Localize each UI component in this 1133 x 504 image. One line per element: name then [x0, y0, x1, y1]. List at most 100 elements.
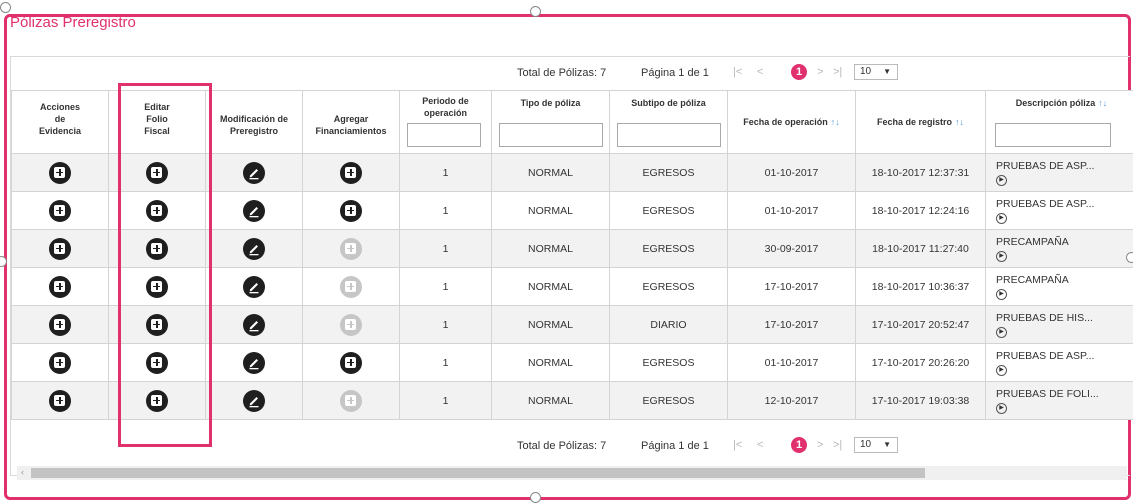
pencil-icon[interactable]: [243, 199, 265, 222]
subtipo-cell: EGRESOS: [609, 191, 728, 230]
resize-handle-right[interactable]: [1126, 252, 1133, 263]
edit-folio-icon[interactable]: [146, 237, 168, 260]
evidence-icon[interactable]: [49, 351, 71, 374]
descripcion-text: PRUEBAS DE HIS...: [996, 311, 1093, 324]
table-row[interactable]: 1 NORMAL EGRESOS 01-10-2017 17-10-2017 20:26…: [11, 343, 1133, 382]
edit-folio-icon[interactable]: [146, 313, 168, 336]
last-page-button[interactable]: >|: [833, 439, 842, 451]
play-icon[interactable]: ▶: [996, 402, 1007, 414]
pencil-icon[interactable]: [243, 237, 265, 260]
descripcion-text: PRUEBAS DE ASP...: [996, 197, 1095, 210]
edit-folio-icon[interactable]: [146, 161, 168, 184]
scroll-left-icon[interactable]: ‹: [21, 467, 24, 477]
next-page-button[interactable]: >: [817, 66, 823, 78]
first-page-button[interactable]: |<: [733, 439, 742, 451]
header-agregar-financiamientos: Agregar Financiamientos: [302, 90, 400, 154]
pager-top: Total de Pólizas: 7 Página 1 de 1 |< < 1…: [11, 57, 1131, 90]
table-row[interactable]: 1 NORMAL DIARIO 17-10-2017 17-10-2017 20:52:…: [11, 305, 1133, 344]
sort-icon[interactable]: ↑↓: [955, 117, 964, 127]
descripcion-text: PRECAMPAÑA: [996, 235, 1069, 248]
header-descripcion-poliza[interactable]: Descripción póliza ↑↓: [985, 90, 1133, 154]
first-page-button[interactable]: |<: [733, 66, 742, 78]
scrollbar-thumb[interactable]: [31, 468, 925, 478]
table-row[interactable]: 1 NORMAL EGRESOS 30-09-2017 18-10-2017 11:27…: [11, 229, 1133, 268]
dropdown-arrow-icon: ▼: [883, 67, 891, 76]
add-financing-icon: [340, 389, 362, 412]
current-page-button[interactable]: 1: [791, 437, 807, 453]
descripcion-cell: PRECAMPAÑA ▶: [985, 267, 1133, 306]
modificacion-cell: [205, 305, 303, 344]
financiamiento-cell: [302, 305, 400, 344]
polizas-table: Acciones de Evidencia Editar Folio Fiscal Mo…: [11, 90, 1133, 420]
resize-handle-bottom[interactable]: [530, 492, 541, 503]
header-fecha-operacion[interactable]: Fecha de operación ↑↓: [727, 90, 856, 154]
periodo-cell: 1: [399, 305, 492, 344]
edit-folio-icon[interactable]: [146, 351, 168, 374]
subtipo-cell: EGRESOS: [609, 381, 728, 420]
fecha-registro-cell: 18-10-2017 10:36:37: [855, 267, 986, 306]
financiamiento-cell: [302, 267, 400, 306]
add-financing-icon[interactable]: [340, 161, 362, 184]
table-row[interactable]: 1 NORMAL EGRESOS 01-10-2017 18-10-2017 12:37…: [11, 153, 1133, 192]
prev-page-button[interactable]: <: [757, 439, 763, 451]
play-icon[interactable]: ▶: [996, 174, 1007, 186]
header-fecha-registro[interactable]: Fecha de registro ↑↓: [855, 90, 986, 154]
fecha-operacion-cell: 12-10-2017: [727, 381, 856, 420]
descripcion-filter-input[interactable]: [995, 123, 1111, 147]
edit-folio-icon[interactable]: [146, 275, 168, 298]
add-financing-icon[interactable]: [340, 199, 362, 222]
play-icon[interactable]: ▶: [996, 364, 1007, 376]
folio-cell: [108, 191, 206, 230]
pencil-icon[interactable]: [243, 161, 265, 184]
financiamiento-cell: [302, 191, 400, 230]
periodo-cell: 1: [399, 229, 492, 268]
last-page-button[interactable]: >|: [833, 66, 842, 78]
evidence-icon[interactable]: [49, 389, 71, 412]
financiamiento-cell: [302, 153, 400, 192]
evidence-icon[interactable]: [49, 275, 71, 298]
header-subtipo-poliza: Subtipo de póliza: [609, 90, 728, 154]
horizontal-scrollbar[interactable]: ‹: [17, 466, 1127, 480]
page-size-select[interactable]: 10 ▼: [854, 437, 898, 453]
sort-icon[interactable]: ↑↓: [831, 117, 840, 127]
pencil-icon[interactable]: [243, 389, 265, 412]
pencil-icon[interactable]: [243, 275, 265, 298]
pencil-icon[interactable]: [243, 351, 265, 374]
tipo-cell: NORMAL: [491, 381, 610, 420]
table-row[interactable]: 1 NORMAL EGRESOS 01-10-2017 18-10-2017 12:24…: [11, 191, 1133, 230]
evidence-icon[interactable]: [49, 199, 71, 222]
next-page-button[interactable]: >: [817, 439, 823, 451]
resize-handle-top[interactable]: [530, 6, 541, 17]
periodo-cell: 1: [399, 381, 492, 420]
tipo-cell: NORMAL: [491, 191, 610, 230]
add-financing-icon[interactable]: [340, 351, 362, 374]
fecha-registro-cell: 18-10-2017 12:24:16: [855, 191, 986, 230]
fecha-registro-cell: 17-10-2017 20:52:47: [855, 305, 986, 344]
fecha-operacion-cell: 01-10-2017: [727, 153, 856, 192]
descripcion-text: PRUEBAS DE FOLI...: [996, 387, 1099, 400]
prev-page-button[interactable]: <: [757, 66, 763, 78]
play-icon[interactable]: ▶: [996, 326, 1007, 338]
resize-handle-left[interactable]: [0, 2, 11, 13]
table-row[interactable]: 1 NORMAL EGRESOS 12-10-2017 17-10-2017 19:03…: [11, 381, 1133, 420]
evidence-icon[interactable]: [49, 313, 71, 336]
edit-folio-icon[interactable]: [146, 389, 168, 412]
sort-icon[interactable]: ↑↓: [1098, 98, 1107, 108]
evidence-icon[interactable]: [49, 237, 71, 260]
descripcion-cell: PRUEBAS DE HIS... ▶: [985, 305, 1133, 344]
acciones-cell: [11, 267, 109, 306]
tipo-filter-input[interactable]: [499, 123, 603, 147]
fecha-operacion-cell: 17-10-2017: [727, 305, 856, 344]
play-icon[interactable]: ▶: [996, 288, 1007, 300]
table-row[interactable]: 1 NORMAL EGRESOS 17-10-2017 18-10-2017 10:36…: [11, 267, 1133, 306]
play-icon[interactable]: ▶: [996, 250, 1007, 262]
play-icon[interactable]: ▶: [996, 212, 1007, 224]
edit-folio-icon[interactable]: [146, 199, 168, 222]
evidence-icon[interactable]: [49, 161, 71, 184]
pencil-icon[interactable]: [243, 313, 265, 336]
current-page-button[interactable]: 1: [791, 64, 807, 80]
periodo-filter-input[interactable]: [407, 123, 481, 147]
page-size-select[interactable]: 10 ▼: [854, 64, 898, 80]
financiamiento-cell: [302, 381, 400, 420]
subtipo-filter-input[interactable]: [617, 123, 721, 147]
